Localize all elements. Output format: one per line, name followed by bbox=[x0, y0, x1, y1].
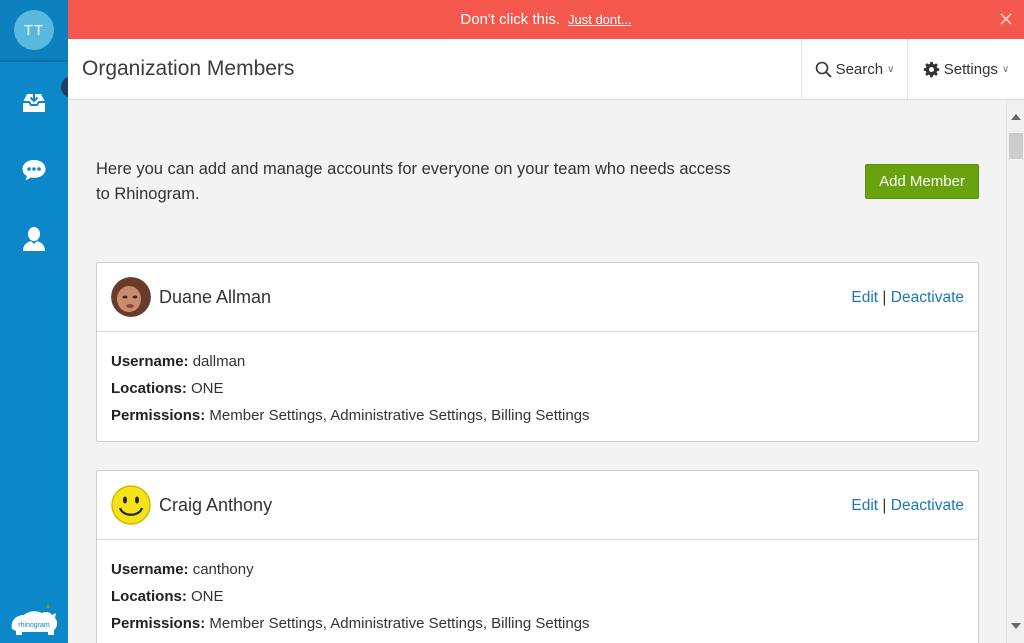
inbox-download-icon bbox=[23, 93, 45, 112]
scrollbar-thumb[interactable] bbox=[1009, 133, 1023, 159]
settings-dropdown[interactable]: Settings ∨ bbox=[907, 39, 1024, 99]
vertical-scrollbar[interactable] bbox=[1006, 100, 1024, 643]
member-card-header: Duane Allman Edit | Deactivate bbox=[97, 263, 978, 332]
locations-value: ONE bbox=[191, 380, 224, 397]
rhinogram-logo[interactable]: rhinogram bbox=[8, 603, 60, 637]
permissions-row: Permissions: Member Settings, Administra… bbox=[111, 407, 590, 424]
member-name: Craig Anthony bbox=[159, 495, 273, 515]
gear-icon bbox=[923, 61, 939, 77]
person-icon bbox=[23, 227, 45, 251]
action-separator: | bbox=[882, 289, 887, 306]
alert-banner: Don't click this. Just dont... bbox=[68, 0, 1024, 39]
edit-link[interactable]: Edit bbox=[851, 289, 878, 306]
username-row: Username: dallman bbox=[111, 353, 246, 370]
deactivate-link[interactable]: Deactivate bbox=[891, 497, 964, 514]
member-avatar bbox=[111, 485, 151, 525]
scroll-up-icon[interactable] bbox=[1011, 114, 1021, 120]
permissions-value: Member Settings, Administrative Settings… bbox=[209, 407, 590, 424]
sidebar: TT 1 rhinogram bbox=[0, 0, 83, 643]
sidebar-item-messages[interactable] bbox=[0, 158, 68, 182]
member-avatar bbox=[111, 277, 151, 317]
locations-row: Locations: ONE bbox=[111, 588, 224, 605]
user-avatar[interactable]: TT bbox=[14, 10, 54, 50]
username-row: Username: canthony bbox=[111, 561, 254, 578]
page-header: Organization Members Search ∨ Settings ∨ bbox=[68, 39, 1024, 100]
page-title: Organization Members bbox=[82, 57, 295, 80]
action-separator: | bbox=[882, 497, 887, 514]
username-value: dallman bbox=[192, 353, 246, 370]
member-actions: Edit | Deactivate bbox=[851, 289, 964, 307]
banner-message: Don't click this. bbox=[460, 11, 560, 28]
banner-link[interactable]: Just dont... bbox=[568, 12, 632, 27]
intro-text: Here you can add and manage accounts for… bbox=[96, 160, 731, 203]
search-label: Search bbox=[835, 60, 884, 78]
locations-value: ONE bbox=[191, 588, 224, 605]
member-card: Duane Allman Edit | Deactivate Username:… bbox=[96, 262, 979, 442]
sidebar-item-inbox[interactable]: 1 bbox=[0, 76, 83, 114]
chevron-down-icon: ∨ bbox=[1001, 63, 1010, 75]
logo-text: rhinogram bbox=[18, 622, 50, 629]
member-actions: Edit | Deactivate bbox=[851, 497, 964, 515]
search-dropdown[interactable]: Search ∨ bbox=[801, 39, 907, 99]
permissions-value: Member Settings, Administrative Settings… bbox=[209, 615, 590, 632]
member-name: Duane Allman bbox=[159, 287, 272, 307]
deactivate-link[interactable]: Deactivate bbox=[891, 289, 964, 306]
add-member-button[interactable]: Add Member bbox=[865, 164, 979, 199]
member-card: Craig Anthony Edit | Deactivate Username… bbox=[96, 470, 979, 643]
member-card-header: Craig Anthony Edit | Deactivate bbox=[97, 471, 978, 540]
settings-label: Settings bbox=[943, 60, 998, 78]
search-icon bbox=[815, 61, 832, 78]
edit-link[interactable]: Edit bbox=[851, 497, 878, 514]
locations-row: Locations: ONE bbox=[111, 380, 224, 397]
scroll-down-icon[interactable] bbox=[1011, 623, 1021, 629]
permissions-row: Permissions: Member Settings, Administra… bbox=[111, 615, 590, 632]
main-content: Here you can add and manage accounts for… bbox=[68, 100, 1006, 643]
sidebar-item-contacts[interactable] bbox=[0, 226, 68, 252]
username-value: canthony bbox=[192, 561, 254, 578]
close-icon[interactable] bbox=[998, 11, 1014, 27]
chevron-down-icon: ∨ bbox=[887, 63, 895, 75]
chat-bubble-icon bbox=[22, 160, 46, 181]
member-details: Username: canthony Locations: ONE Permis… bbox=[97, 540, 978, 643]
user-avatar-area[interactable]: TT bbox=[0, 0, 68, 62]
member-details: Username: dallman Locations: ONE Permiss… bbox=[97, 332, 978, 441]
